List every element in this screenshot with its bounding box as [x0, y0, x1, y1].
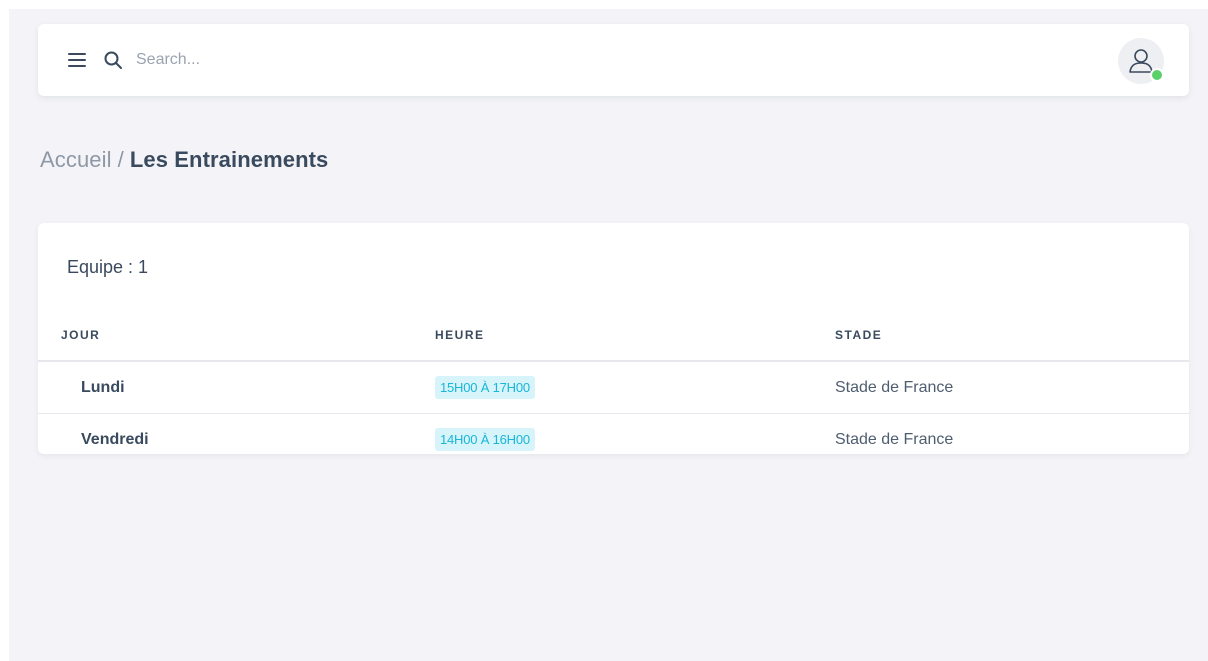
- time-badge: 14H00 À 16H00: [435, 428, 535, 451]
- cell-stade: Stade de France: [835, 361, 1189, 414]
- training-table: JOUR HEURE STADE Lundi 15H00 À 17H00 Sta…: [38, 310, 1189, 465]
- online-status-dot: [1150, 68, 1164, 82]
- cell-heure: 14H00 À 16H00: [435, 414, 835, 466]
- column-header-heure: HEURE: [435, 310, 835, 362]
- cell-stade: Stade de France: [835, 430, 954, 448]
- breadcrumb: Accueil / Les Entrainements: [40, 147, 328, 173]
- cell-heure: 15H00 À 17H00: [435, 361, 835, 414]
- training-schedule-card: Equipe : 1 JOUR HEURE STADE Lundi 15H00 …: [38, 223, 1189, 454]
- search-input[interactable]: [134, 44, 358, 76]
- card-title: Equipe : 1: [67, 257, 149, 277]
- cell-jour: Lundi: [38, 361, 435, 414]
- top-navbar: [38, 24, 1189, 96]
- time-badge: 15H00 À 17H00: [435, 376, 535, 399]
- hamburger-menu-icon[interactable]: [66, 49, 88, 71]
- app-background: Accueil/Les Entrainements Equipe : 1 JOU…: [9, 9, 1208, 661]
- cell-jour: Vendredi: [81, 430, 149, 448]
- breadcrumb-current-page: Les Entrainements: [129, 147, 329, 172]
- breadcrumb-separator: /: [117, 147, 124, 172]
- column-header-stade: STADE: [835, 310, 1189, 362]
- table-row: Lundi 15H00 À 17H00 Stade de France: [38, 361, 1189, 414]
- breadcrumb-home-link[interactable]: Accueil: [40, 147, 112, 172]
- search-icon[interactable]: [102, 49, 124, 71]
- column-header-jour: JOUR: [38, 310, 435, 362]
- table-header-row: JOUR HEURE STADE: [38, 310, 1189, 362]
- table-row: Vendredi 14H00 À 16H00 Stade de France: [38, 414, 1189, 466]
- user-avatar[interactable]: [1118, 38, 1164, 84]
